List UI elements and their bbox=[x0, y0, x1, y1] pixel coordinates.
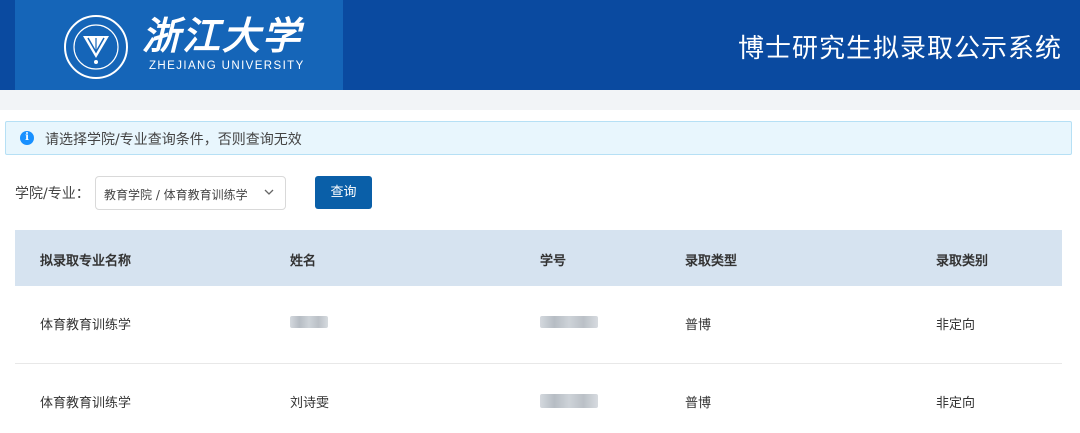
column-header-name: 姓名 bbox=[290, 254, 317, 269]
cell-admission-type: 普博 bbox=[685, 318, 712, 333]
cell-major: 体育教育训练学 bbox=[40, 318, 132, 333]
logo-english-name: ZHEJIANG UNIVERSITY bbox=[149, 60, 305, 72]
notice-text: 请选择学院/专业查询条件，否则查询无效 bbox=[45, 132, 302, 148]
cell-major: 体育教育训练学 bbox=[40, 396, 132, 411]
cell-admission-type: 普博 bbox=[685, 396, 712, 411]
logo-chinese-name: 浙江大学 bbox=[142, 13, 303, 58]
top-header: 浙江大学 ZHEJIANG UNIVERSITY 博士研究生拟录取公示系统 bbox=[0, 0, 1080, 95]
university-emblem-icon bbox=[64, 15, 128, 79]
blurred-student-id bbox=[540, 394, 598, 408]
column-header-admission-category: 录取类别 bbox=[936, 254, 989, 269]
cell-name: 刘诗雯 bbox=[290, 396, 330, 411]
system-title: 博士研究生拟录取公示系统 bbox=[737, 34, 1062, 64]
info-icon: i bbox=[20, 131, 34, 145]
column-header-major: 拟录取专业名称 bbox=[40, 254, 132, 269]
college-major-select[interactable]: 教育学院 / 体育教育训练学 bbox=[95, 176, 286, 210]
column-header-student-id: 学号 bbox=[540, 254, 567, 269]
cell-admission-category: 非定向 bbox=[936, 318, 976, 333]
table-row: 体育教育训练学 普博 非定向 bbox=[15, 286, 1062, 364]
table-row: 体育教育训练学 刘诗雯 普博 非定向 bbox=[15, 364, 1062, 433]
cell-admission-category: 非定向 bbox=[936, 396, 976, 411]
info-notice: i 请选择学院/专业查询条件，否则查询无效 bbox=[5, 121, 1072, 155]
header-subband bbox=[0, 90, 1080, 110]
column-header-admission-type: 录取类型 bbox=[685, 254, 738, 269]
university-logo[interactable]: 浙江大学 ZHEJIANG UNIVERSITY bbox=[15, 0, 343, 95]
blurred-name bbox=[290, 316, 328, 328]
table-header: 拟录取专业名称 姓名 学号 录取类型 录取类别 bbox=[15, 230, 1062, 286]
blurred-student-id bbox=[540, 316, 598, 328]
selected-value: 教育学院 / 体育教育训练学 bbox=[104, 188, 248, 202]
query-button[interactable]: 查询 bbox=[315, 176, 372, 209]
admission-table: 拟录取专业名称 姓名 学号 录取类型 录取类别 体育教育训练学 普博 非定向 体… bbox=[15, 230, 1062, 433]
college-major-label: 学院/专业： bbox=[15, 186, 90, 202]
chevron-down-icon bbox=[264, 189, 274, 195]
